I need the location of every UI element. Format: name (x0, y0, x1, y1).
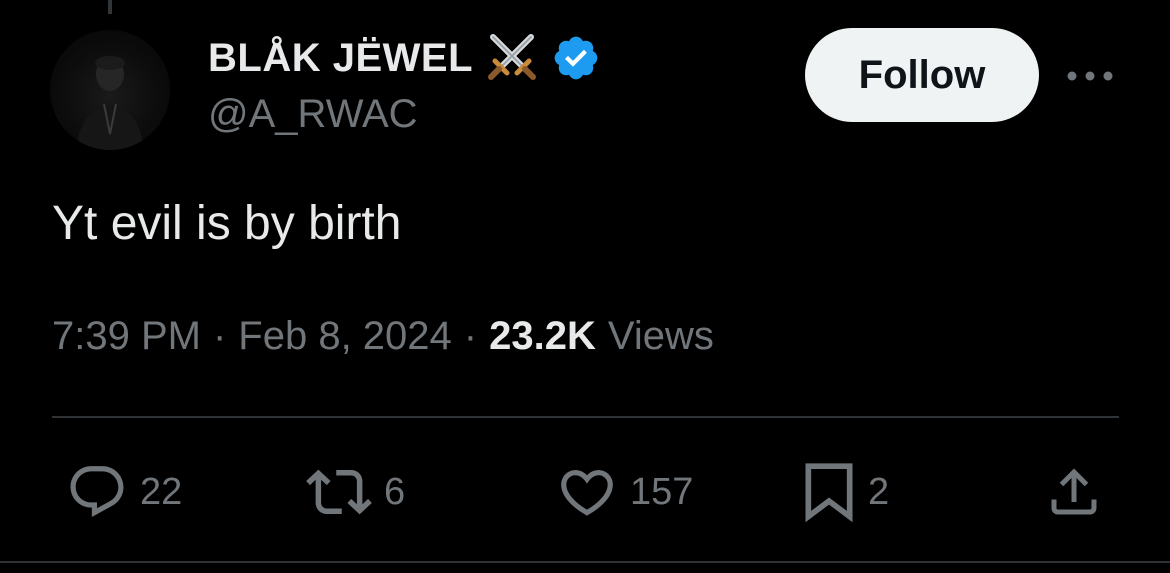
meta-separator: · (212, 314, 227, 358)
display-name[interactable]: BLÅK JËWEL (208, 36, 473, 81)
bookmark-button[interactable]: 2 (802, 460, 889, 524)
verified-badge-icon[interactable] (551, 33, 601, 83)
heart-icon (561, 470, 613, 516)
more-horizontal-icon (1067, 71, 1113, 81)
tweet-time[interactable]: 7:39 PM (52, 314, 201, 359)
repost-button[interactable]: 6 (306, 460, 405, 524)
tweet-date[interactable]: Feb 8, 2024 (238, 314, 452, 359)
author-name-row[interactable]: BLÅK JËWEL (208, 28, 601, 88)
reply-button[interactable]: 22 (66, 460, 182, 524)
bookmark-icon (805, 463, 853, 523)
crossed-swords-icon (483, 29, 541, 87)
views-count[interactable]: 23.2K (489, 314, 596, 359)
tweet-meta: 7:39 PM · Feb 8, 2024 · 23.2K Views (52, 314, 714, 359)
reply-icon (70, 466, 124, 518)
tweet-text: Yt evil is by birth (52, 197, 402, 250)
share-icon (1051, 468, 1097, 515)
more-options-button[interactable] (1066, 58, 1114, 94)
like-button[interactable]: 157 (556, 460, 693, 524)
meta-separator: · (463, 314, 478, 358)
user-handle[interactable]: @A_RWAC (208, 92, 418, 137)
reply-count: 22 (140, 470, 183, 513)
divider (52, 416, 1119, 418)
follow-button[interactable]: Follow (805, 28, 1039, 122)
avatar[interactable] (50, 30, 170, 150)
share-button[interactable] (1044, 460, 1104, 524)
like-count: 157 (630, 470, 694, 513)
repost-count: 6 (384, 470, 406, 513)
repost-icon (306, 469, 372, 515)
divider-bottom (0, 561, 1170, 563)
thread-connector-line (108, 0, 112, 14)
bookmark-count: 2 (868, 470, 890, 513)
views-label[interactable]: Views (596, 314, 714, 359)
